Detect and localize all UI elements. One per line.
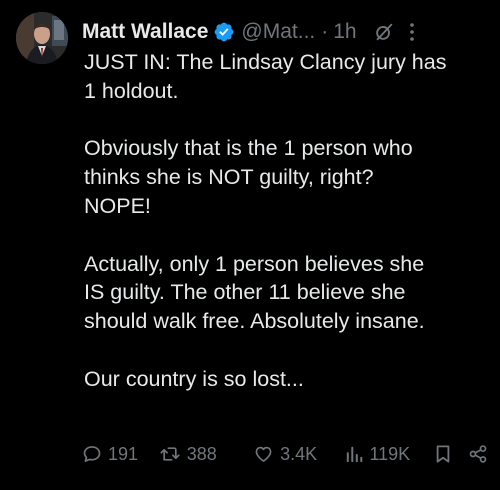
avatar[interactable] <box>16 12 68 64</box>
share-button[interactable] <box>468 444 488 464</box>
more-icon[interactable] <box>409 22 415 42</box>
tweet: Matt Wallace @Mat... · 1h JUST IN: The L… <box>0 0 500 490</box>
views-count: 119K <box>369 443 411 464</box>
reply-button[interactable]: 191 <box>82 444 159 465</box>
avatar-photo <box>16 12 68 64</box>
views-button[interactable]: 119K <box>345 444 432 465</box>
tweet-paragraph: Obviously that is the 1 person who think… <box>84 136 413 218</box>
tweet-paragraph: Actually, only 1 person believes she IS … <box>84 251 425 334</box>
like-button[interactable]: 3.4K <box>253 444 345 465</box>
share-icon <box>469 445 487 463</box>
timestamp[interactable]: 1h <box>333 20 356 44</box>
repost-icon <box>160 447 180 461</box>
verified-badge-icon <box>213 21 235 43</box>
tweet-text: JUST IN: The Lindsay Clancy jury has 1 h… <box>84 48 484 394</box>
reply-count: 191 <box>108 443 139 464</box>
header-separator: · <box>321 20 329 43</box>
like-count: 3.4K <box>280 443 318 464</box>
views-chart-icon <box>347 446 363 463</box>
author-handle[interactable]: @Mat... <box>241 20 315 44</box>
tweet-paragraph: JUST IN: The Lindsay Clancy jury has 1 h… <box>84 50 447 103</box>
bookmark-button[interactable] <box>434 444 452 464</box>
reply-icon <box>83 446 101 462</box>
repost-count: 388 <box>186 443 217 464</box>
author-name[interactable]: Matt Wallace <box>82 20 208 44</box>
repost-button[interactable]: 388 <box>159 444 253 465</box>
grok-icon[interactable] <box>373 21 395 43</box>
action-bar: 191 388 3.4K 119K <box>82 441 488 467</box>
tweet-paragraph: Our country is so lost... <box>84 366 304 391</box>
heart-icon <box>255 446 272 462</box>
tweet-header: Matt Wallace @Mat... · 1h <box>82 17 488 47</box>
bookmark-icon <box>436 445 450 463</box>
